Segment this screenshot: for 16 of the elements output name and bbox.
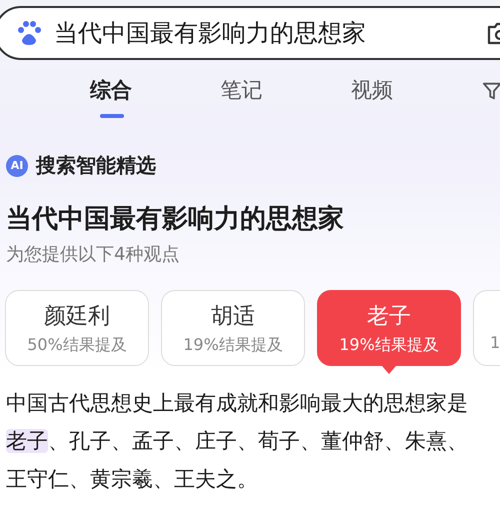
search-field[interactable]: 当代中国最有影响力的思想家	[0, 6, 500, 60]
section-label: 搜索智能精选	[36, 152, 156, 179]
tab[interactable]: 综合	[90, 76, 221, 118]
search-query: 当代中国最有影响力的思想家	[54, 18, 367, 49]
answer-title: 当代中国最有影响力的思想家	[5, 203, 345, 236]
paw-logo-icon	[16, 20, 42, 46]
option-card[interactable]: 1	[473, 290, 500, 366]
tab[interactable]: 笔记	[220, 76, 352, 104]
option-card[interactable]: 胡适 19%结果提及	[161, 290, 305, 366]
tab[interactable]: 视频	[351, 76, 482, 104]
filter-icon[interactable]	[482, 80, 500, 102]
answer-paragraph: 中国古代思想史上最有成就和影响最大的思想家是 老子、孔子、孟子、庄子、荀子、董仲舒、朱熹、王守仁、黄宗羲、王夫之。	[6, 390, 469, 493]
answer-subtitle: 为您提供以下4种观点	[5, 243, 180, 266]
option-card[interactable]: 颜廷利 50%结果提及	[5, 290, 149, 366]
ai-badge: AI	[6, 154, 28, 176]
option-card[interactable]: 老子 19%结果提及	[317, 290, 461, 366]
